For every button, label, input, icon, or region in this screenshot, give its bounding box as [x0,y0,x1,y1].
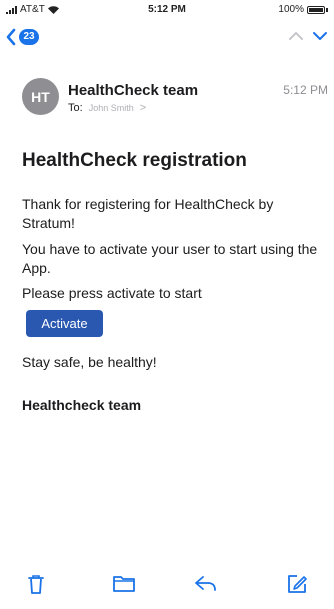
unread-count-badge[interactable]: 23 [19,29,39,45]
sender-name[interactable]: HealthCheck team [68,82,198,99]
status-bar: AT&T 5:12 PM 100% [0,0,334,20]
compose-icon[interactable] [286,573,308,595]
battery-icon [307,5,325,14]
chevron-right-icon: > [139,102,147,114]
body-paragraph: Stay safe, be healthy! [22,354,157,370]
avatar: HT [22,78,59,115]
back-chevron-icon[interactable] [6,28,16,46]
status-right: 100% [278,4,328,15]
recipient-line[interactable]: To: John Smith > [68,102,146,114]
body-paragraph: Please press activate to start [22,285,202,301]
recipient-name[interactable]: John Smith [89,103,134,113]
chevron-down-icon[interactable] [312,31,328,41]
nav-bar: 23 [0,22,334,52]
message-time: 5:12 PM [283,83,328,97]
battery-percent: 100% [278,4,304,15]
to-label: To: [68,102,83,114]
battery-nub [326,7,328,12]
body-paragraph: Thank for registering for HealthCheck by… [22,196,274,231]
activate-button[interactable]: Activate [26,310,103,337]
reply-icon[interactable] [194,573,218,593]
signoff: Healthcheck team [22,397,142,413]
message-subject: HealthCheck registration [22,150,247,171]
message-header: HT HealthCheck team 5:12 PM To: John Smi… [22,78,334,126]
folder-icon[interactable] [112,573,136,593]
bottom-toolbar [0,565,334,605]
body-paragraph: You have to activate your user to start … [22,241,318,276]
chevron-up-icon[interactable] [288,31,304,41]
trash-icon[interactable] [26,573,46,595]
